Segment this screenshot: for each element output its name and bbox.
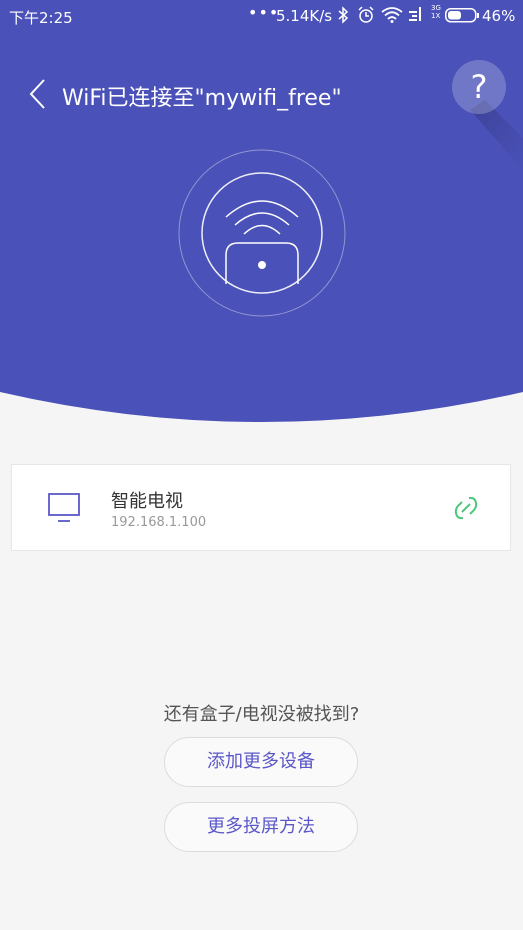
not-found-hint: 还有盒子/电视没被找到? [163,704,360,725]
wifi-icon [381,7,403,27]
add-more-devices-button[interactable]: 添加更多设备 [164,737,358,787]
page-title: WiFi已连接至"mywifi_free" [62,86,342,111]
chevron-left-icon [29,79,45,109]
device-name: 智能电视 [111,491,183,512]
alarm-icon [357,6,375,28]
tv-icon [48,493,80,527]
more-casting-methods-button[interactable]: 更多投屏方法 [164,802,358,852]
back-button[interactable] [26,76,50,112]
router-icon [178,149,346,317]
signal-icon [409,5,429,29]
battery-icon [445,8,480,27]
device-ip: 192.168.1.100 [111,515,207,530]
battery-percent: 46% [482,7,516,25]
status-dots: ••• [248,3,280,22]
network-type: 3G 1X [431,4,441,20]
status-time: 下午2:25 [9,9,73,27]
device-list-item[interactable]: 智能电视 192.168.1.100 [11,464,511,551]
link-icon[interactable] [451,493,481,527]
network-speed: 5.14K/s [276,7,333,25]
help-button[interactable]: ? [452,60,506,114]
bluetooth-icon [336,6,350,28]
status-bar: 下午2:25 ••• 5.14K/s 3G 1X 46% [0,0,523,32]
